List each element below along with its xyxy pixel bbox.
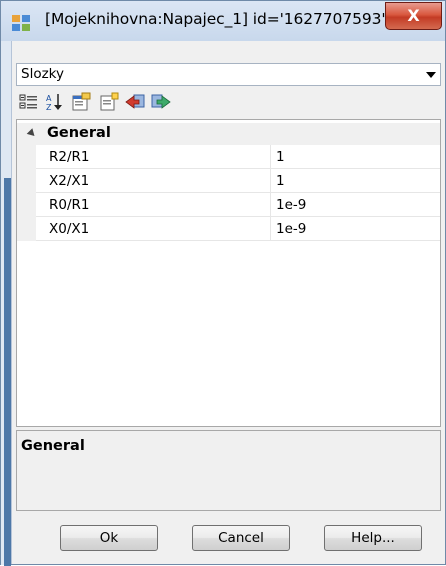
close-icon: X (407, 6, 420, 25)
client-area: Slozky A Z General R2/R1 1 X2/X1 1 R0/R1… (11, 41, 445, 564)
svg-text:A: A (46, 94, 52, 103)
ok-button[interactable]: Ok (60, 525, 158, 551)
property-toolbar: A Z (16, 89, 441, 115)
frame-left-accent (4, 178, 11, 566)
property-value: 1e-9 (276, 221, 307, 237)
property-value: 1e-9 (276, 197, 307, 213)
dialog-window: [Mojeknihovna:Napajec_1] id='1627707593'… (0, 0, 446, 566)
title-bar[interactable]: [Mojeknihovna:Napajec_1] id='1627707593'… (1, 1, 445, 41)
new-item-icon[interactable] (98, 92, 120, 112)
back-arrow-icon[interactable] (124, 92, 146, 112)
description-title: General (21, 438, 85, 454)
svg-text:Z: Z (46, 103, 52, 112)
property-row[interactable]: R2/R1 1 (17, 145, 440, 169)
help-button[interactable]: Help... (324, 525, 422, 551)
property-name: R2/R1 (49, 149, 90, 165)
category-row-general[interactable]: General (17, 123, 440, 145)
object-selector-combo[interactable]: Slozky (16, 63, 441, 86)
combo-selected-value: Slozky (21, 66, 64, 82)
forward-arrow-icon[interactable] (150, 92, 172, 112)
property-value: 1 (276, 173, 285, 189)
cancel-button[interactable]: Cancel (192, 525, 290, 551)
category-label: General (47, 125, 111, 141)
close-button[interactable]: X (385, 2, 442, 30)
property-value: 1 (276, 149, 285, 165)
property-name: X0/X1 (49, 221, 90, 237)
property-value-cell[interactable]: 1 (271, 145, 440, 169)
property-row[interactable]: X0/X1 1e-9 (17, 217, 440, 241)
property-pages-icon[interactable] (70, 92, 92, 112)
property-name: X2/X1 (49, 173, 90, 189)
app-window-icon (12, 15, 30, 31)
collapse-arrow-icon[interactable] (26, 128, 38, 139)
property-grid[interactable]: General R2/R1 1 X2/X1 1 R0/R1 1e-9 X0/X1… (16, 119, 441, 427)
property-value-cell[interactable]: 1 (271, 169, 440, 193)
alphabetical-sort-icon[interactable]: A Z (44, 92, 66, 112)
property-value-cell[interactable]: 1e-9 (271, 193, 440, 217)
property-row[interactable]: X2/X1 1 (17, 169, 440, 193)
property-row[interactable]: R0/R1 1e-9 (17, 193, 440, 217)
window-title: [Mojeknihovna:Napajec_1] id='1627707593' (45, 10, 386, 28)
description-panel: General (16, 430, 441, 511)
chevron-down-icon[interactable] (426, 72, 436, 78)
property-name: R0/R1 (49, 197, 90, 213)
categorized-icon[interactable] (18, 92, 40, 112)
property-value-cell[interactable]: 1e-9 (271, 217, 440, 241)
